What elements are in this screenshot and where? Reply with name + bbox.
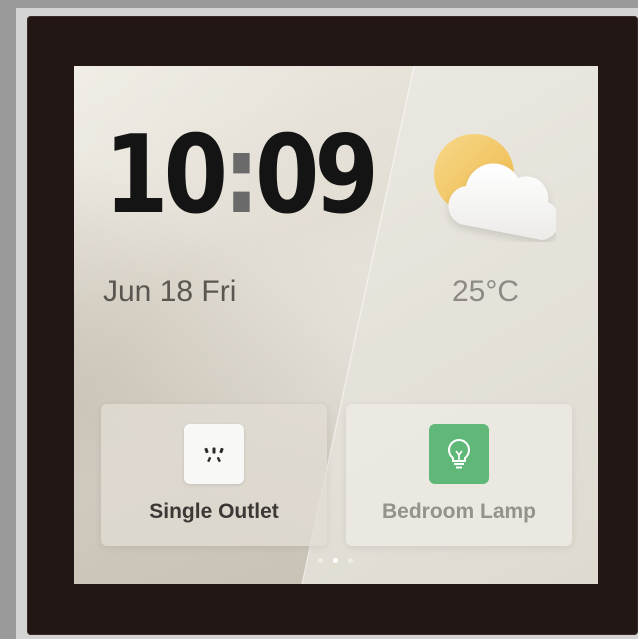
lightbulb-icon xyxy=(429,424,489,484)
clock-separator: : xyxy=(222,113,260,238)
clock-minutes: 09 xyxy=(254,113,379,238)
partly-cloudy-icon[interactable] xyxy=(426,132,560,242)
clock-display: 10:09 xyxy=(104,122,379,230)
device-label-bedroom-lamp: Bedroom Lamp xyxy=(381,500,536,523)
touch-screen: 10:09 Jun 18 Fri 25°C Single Outlet Bedr… xyxy=(74,66,598,584)
temperature-label: 25°C xyxy=(452,275,520,308)
date-label: Jun 18 Fri xyxy=(103,275,237,308)
page-dot-active[interactable] xyxy=(333,558,338,563)
page-dot[interactable] xyxy=(318,558,323,563)
device-card-single-outlet[interactable]: Single Outlet xyxy=(101,404,327,546)
device-label-single-outlet: Single Outlet xyxy=(149,500,279,523)
page-indicator[interactable] xyxy=(318,558,353,563)
power-outlet-icon xyxy=(184,424,244,484)
device-card-bedroom-lamp[interactable]: Bedroom Lamp xyxy=(346,404,572,546)
clock-hours: 10 xyxy=(104,113,228,238)
page-dot[interactable] xyxy=(348,558,353,563)
